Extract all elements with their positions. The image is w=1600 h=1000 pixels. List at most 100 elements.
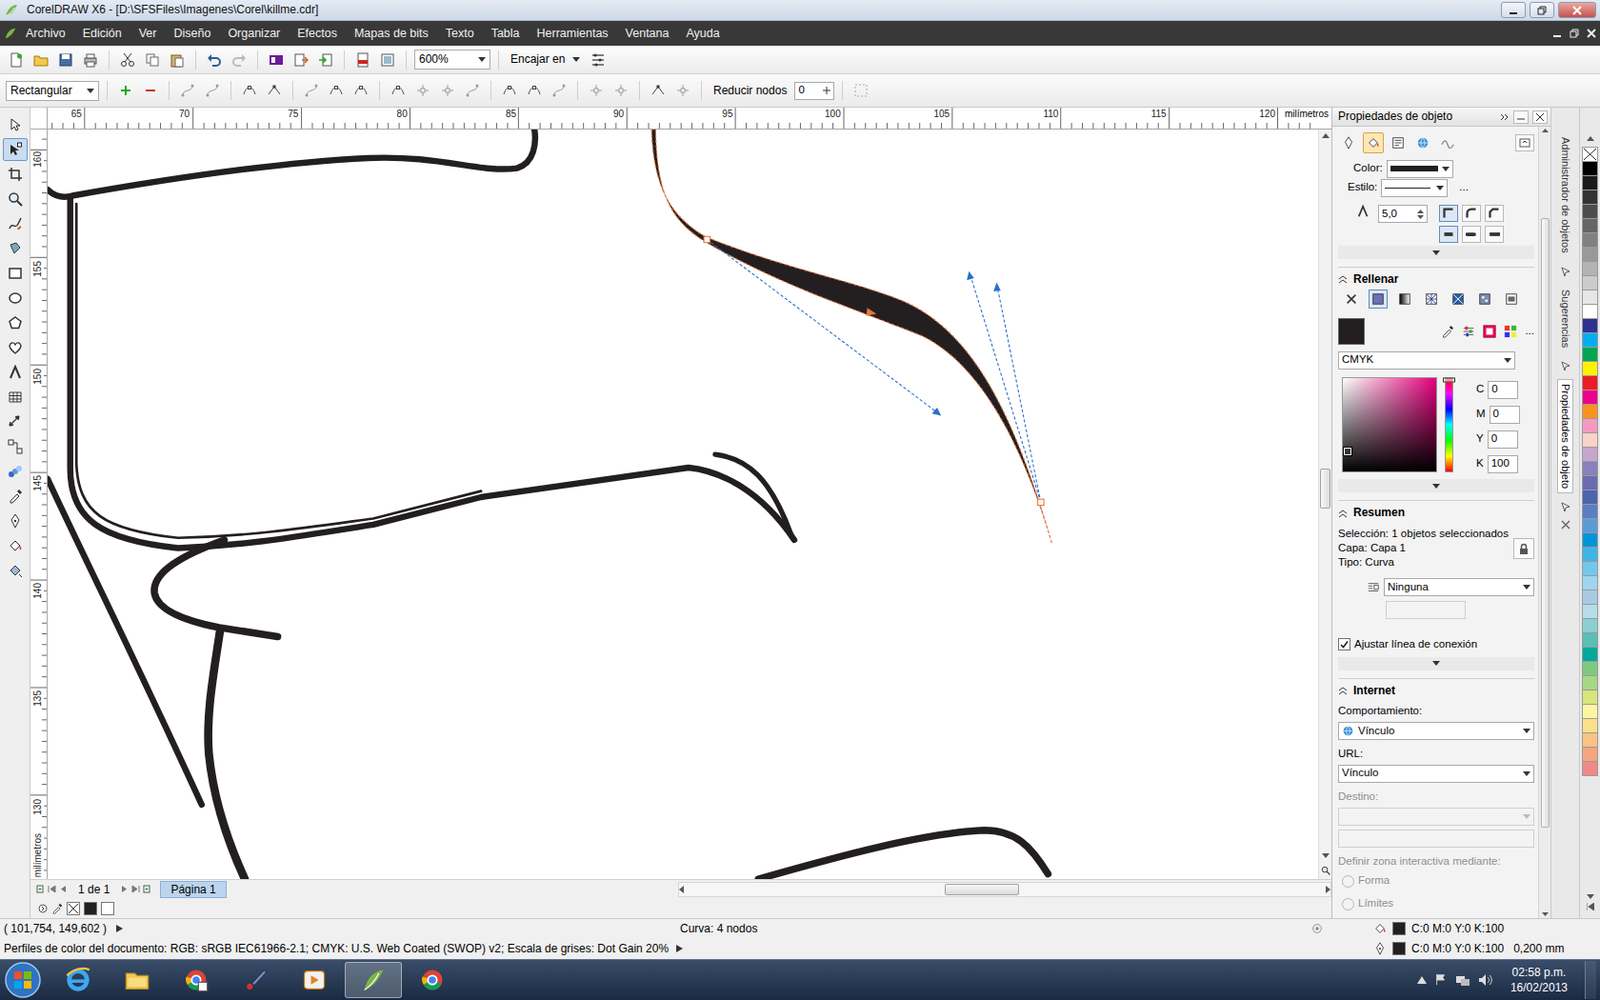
outline-status-swatch[interactable]: [1392, 941, 1406, 956]
table-tool-icon[interactable]: [7, 389, 23, 405]
dropdown-arrow-icon[interactable]: [572, 57, 580, 62]
first-page-button[interactable]: [47, 884, 57, 894]
start-button[interactable]: [3, 960, 42, 1000]
zoom-level-select[interactable]: 600%: [414, 49, 491, 70]
palette-swatch[interactable]: [1581, 246, 1599, 262]
url-select[interactable]: Vínculo: [1338, 764, 1535, 783]
freehand-tool-icon[interactable]: [7, 216, 23, 232]
next-page-button[interactable]: [120, 884, 129, 894]
palette-menu-icon[interactable]: [38, 903, 48, 914]
crop-tool-icon[interactable]: [7, 166, 23, 182]
drawing-artwork[interactable]: [47, 129, 1319, 880]
palette-swatch[interactable]: [1581, 646, 1599, 662]
scroll-down-icon[interactable]: [1321, 853, 1330, 859]
node-node4-icon[interactable]: [588, 82, 604, 99]
miter-limit-input[interactable]: 5,0: [1378, 204, 1428, 223]
palette-scroll-down-icon[interactable]: [1586, 894, 1595, 900]
profiles-menu-icon[interactable]: [676, 944, 683, 953]
basicshapes-tool-icon[interactable]: [7, 340, 23, 356]
internet-tab-icon[interactable]: [1416, 136, 1430, 150]
behavior-select[interactable]: Vínculo: [1338, 721, 1535, 740]
docker-expand-icon[interactable]: [1500, 112, 1510, 122]
pdf-button[interactable]: [352, 49, 374, 71]
docker-side-tab[interactable]: Administrador de objetos: [1557, 132, 1574, 259]
doc-minimize-icon[interactable]: [1552, 28, 1562, 39]
docker-scrollbar[interactable]: [1538, 126, 1551, 919]
node-tool-button[interactable]: [461, 80, 483, 101]
palette-swatch[interactable]: [1581, 203, 1599, 220]
menu-item[interactable]: Organizar: [219, 26, 289, 41]
paste-button[interactable]: [166, 49, 188, 71]
dropper-tool-icon[interactable]: [7, 488, 23, 504]
node-tool-button[interactable]: [115, 80, 137, 101]
line-cap-icon[interactable]: [1488, 228, 1500, 240]
palette-swatch[interactable]: [1581, 503, 1599, 520]
internet-tab[interactable]: [1412, 132, 1434, 154]
section-collapse-icon[interactable]: [1338, 274, 1348, 284]
no-color-icon[interactable]: [67, 902, 80, 915]
node-plus-icon[interactable]: [118, 82, 134, 99]
palette-scroll-up-icon[interactable]: [1586, 136, 1595, 141]
palette-swatch[interactable]: [1581, 689, 1599, 705]
rectangle-tool-icon[interactable]: [7, 265, 23, 281]
selection-mode-select[interactable]: Rectangular: [5, 80, 100, 101]
color-picker-marker[interactable]: [1343, 447, 1352, 456]
scroll-thumb[interactable]: [944, 883, 1020, 896]
dropdown-arrow-icon[interactable]: [1522, 728, 1531, 734]
ellipse-tool[interactable]: [2, 286, 28, 310]
node-node4-icon[interactable]: [675, 82, 691, 99]
prev-page-button[interactable]: [59, 884, 68, 894]
chrome-taskbar-button[interactable]: [403, 961, 461, 999]
palette-swatch[interactable]: [1581, 532, 1599, 548]
corner-style-button[interactable]: [1439, 204, 1459, 222]
node-node1-icon[interactable]: [328, 82, 344, 99]
texture-fill-button[interactable]: [1475, 289, 1495, 309]
postscript-fill-button[interactable]: [1501, 289, 1521, 309]
curve-shape[interactable]: [758, 830, 1048, 880]
uniform-fill-button[interactable]: [1368, 289, 1388, 309]
redo-icon[interactable]: [231, 52, 247, 68]
pdf-icon[interactable]: [355, 52, 371, 68]
pick-tool-icon[interactable]: [7, 117, 23, 133]
view-icon[interactable]: [380, 52, 396, 68]
palette-swatch[interactable]: [1581, 389, 1599, 405]
zoom-tool-icon[interactable]: [7, 191, 23, 207]
expand-icon[interactable]: [1432, 250, 1440, 256]
vertical-ruler[interactable]: 160155150145140135130milímetros: [30, 129, 48, 880]
options-icon[interactable]: [590, 52, 606, 68]
color-picker-area[interactable]: [1341, 377, 1438, 473]
palette-swatch[interactable]: [1581, 446, 1599, 462]
palette-swatch[interactable]: [1581, 618, 1599, 634]
node-node2-icon[interactable]: [266, 82, 282, 99]
newdoc-icon[interactable]: [8, 52, 24, 68]
side-tab-hint-icon[interactable]: [1560, 500, 1572, 513]
uniform-fill-icon[interactable]: [1371, 292, 1385, 306]
exporti-icon[interactable]: [318, 52, 334, 68]
menu-item[interactable]: Edición: [74, 26, 131, 41]
summary-tab-icon[interactable]: [1391, 136, 1405, 150]
corner-style-button[interactable]: [1484, 204, 1504, 222]
palette-swatch[interactable]: [1581, 460, 1599, 477]
node-tool-button[interactable]: [647, 80, 669, 101]
line-cap-button[interactable]: [1461, 225, 1481, 243]
add-page-before-icon[interactable]: [36, 884, 45, 894]
node-node4-icon[interactable]: [440, 82, 456, 99]
zoom-tool[interactable]: [2, 187, 28, 211]
docker-minimize-button[interactable]: [1513, 110, 1529, 124]
scroll-track[interactable]: [1319, 141, 1332, 850]
node-node3-icon[interactable]: [180, 82, 196, 99]
palette-swatch[interactable]: [1581, 746, 1599, 762]
basicshapes-tool[interactable]: [2, 336, 28, 360]
palette-swatch[interactable]: [1581, 546, 1599, 562]
fill-tab[interactable]: [1362, 132, 1384, 154]
add-page-before-button[interactable]: [36, 884, 45, 894]
copy-button[interactable]: [141, 49, 163, 71]
palette-swatch[interactable]: [1581, 160, 1599, 177]
blend-tool-icon[interactable]: [7, 463, 23, 480]
palette-swatch[interactable]: [1581, 675, 1599, 691]
no-color-swatch[interactable]: [66, 901, 80, 916]
document-color-swatch[interactable]: [100, 901, 115, 916]
restore-button[interactable]: [1529, 1, 1555, 19]
docker-close-button[interactable]: [1532, 110, 1548, 124]
node-tool-button[interactable]: [300, 80, 322, 101]
